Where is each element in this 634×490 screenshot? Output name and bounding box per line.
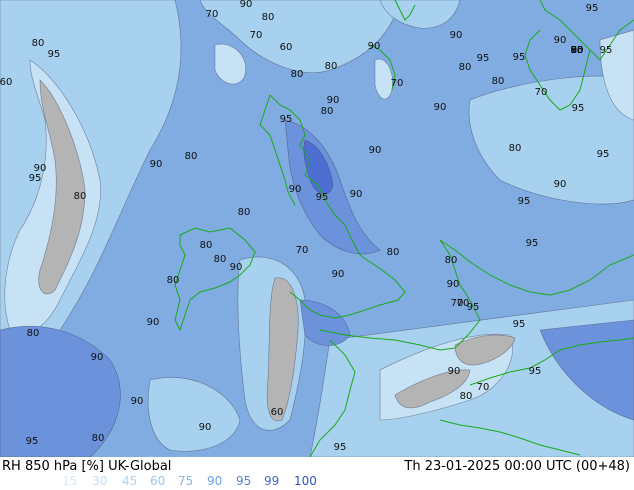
contour-label: 90 [91, 352, 104, 363]
contour-label: 80 [459, 62, 472, 73]
contour-label: 80 [492, 76, 505, 87]
legend-value-30: 30 [92, 474, 108, 488]
contour-label: 90 [350, 189, 363, 200]
contour-label: 95 [586, 3, 599, 14]
contour-label: 95 [280, 114, 293, 125]
legend-value-100: 100 [294, 474, 317, 488]
contour-label: 90 [150, 159, 163, 170]
legend-value-99: 99 [264, 474, 280, 488]
contour-label: 80 [445, 255, 458, 266]
contour-label: 80 [571, 45, 584, 56]
legend-value-95: 95 [236, 474, 252, 488]
contour-label: 90 [554, 179, 567, 190]
contour-label: 90 [554, 35, 567, 46]
contour-label: 90 [368, 41, 381, 52]
contour-label: 95 [513, 319, 526, 330]
contour-label: 80 [185, 151, 198, 162]
contour-label: 80 [92, 433, 105, 444]
legend-value-90: 90 [207, 474, 223, 488]
contour-label: 90 [327, 95, 340, 106]
contour-label: 80 [200, 240, 213, 251]
contour-label: 80 [27, 328, 40, 339]
contour-label: 70 [206, 9, 219, 20]
legend-value-60: 60 [150, 474, 166, 488]
contour-label: 80 [214, 254, 227, 265]
contour-label: 70 [250, 30, 263, 41]
legend-value-45: 45 [122, 474, 138, 488]
contour-label: 70 [391, 78, 404, 89]
contour-label: 95 [572, 103, 585, 114]
contour-label: 80 [387, 247, 400, 258]
contour-label: 80 [262, 12, 275, 23]
contour-label: 80 [291, 69, 304, 80]
contour-label: 80 [238, 207, 251, 218]
contour-label: 95 [518, 196, 531, 207]
contour-label: 95 [600, 45, 613, 56]
contour-label: 60 [280, 42, 293, 53]
contour-label: 90 [147, 317, 160, 328]
contour-label: 90 [240, 0, 253, 10]
contour-label: 95 [29, 173, 42, 184]
contour-label: 95 [48, 49, 61, 60]
contour-label: 90 [131, 396, 144, 407]
contour-label: 95 [513, 52, 526, 63]
contour-label: 95 [334, 442, 347, 453]
map-title: RH 850 hPa [%] UK-Global [2, 459, 172, 474]
contour-label: 95 [526, 238, 539, 249]
contour-label: 80 [509, 143, 522, 154]
legend-value-75: 75 [178, 474, 194, 488]
contour-label: 70 [477, 382, 490, 393]
contour-label: 90 [289, 184, 302, 195]
contour-label: 80 [460, 391, 473, 402]
legend-value-15: 15 [62, 474, 78, 488]
weather-map: 70 90 80 70 60 80 95 80 60 80 90 90 95 90 80 95 70 80 70 90… [0, 0, 634, 458]
contour-label: 90 [332, 269, 345, 280]
contour-label: 60 [271, 407, 284, 418]
contour-label: 80 [321, 106, 334, 117]
contour-label: 90 [34, 163, 47, 174]
contour-label: 95 [26, 436, 39, 447]
valid-time: Th 23-01-2025 00:00 UTC (00+48) [404, 459, 630, 474]
contour-label: 70 [457, 298, 470, 309]
contour-label: 90 [369, 145, 382, 156]
contour-label: 70 [296, 245, 309, 256]
contour-label: 95 [316, 192, 329, 203]
contour-label: 80 [325, 61, 338, 72]
contour-label: 90 [230, 262, 243, 273]
contour-label: 95 [477, 53, 490, 64]
contour-label: 90 [450, 30, 463, 41]
contour-label: 70 [535, 87, 548, 98]
contour-label: 90 [447, 279, 460, 290]
contour-label: 90 [434, 102, 447, 113]
contour-label: 60 [0, 77, 12, 88]
contour-label: 90 [448, 366, 461, 377]
footer-bar: RH 850 hPa [%] UK-Global Th 23-01-2025 0… [0, 457, 634, 490]
contour-label: 90 [199, 422, 212, 433]
contour-label: 95 [529, 366, 542, 377]
contour-label: 80 [167, 275, 180, 286]
contour-label: 80 [74, 191, 87, 202]
contour-label: 95 [597, 149, 610, 160]
rh-850-map-canvas: 7090807060809580608090909590809570 807090… [0, 0, 634, 458]
contour-label: 80 [32, 38, 45, 49]
